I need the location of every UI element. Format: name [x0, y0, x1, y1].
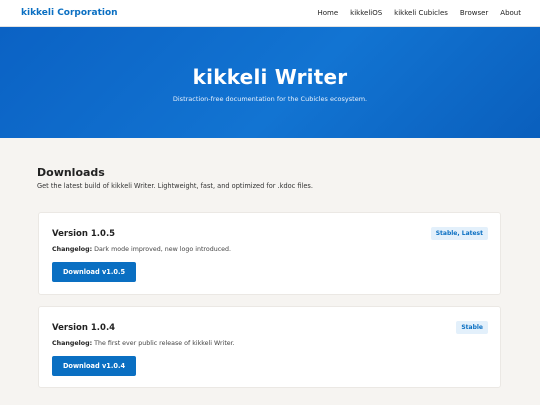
nav-link-home[interactable]: Home	[317, 9, 338, 17]
top-navbar: kikkeli Corporation Home kikkeliOS kikke…	[0, 0, 540, 27]
brand-logo-link[interactable]: kikkeli Corporation	[21, 8, 118, 18]
release-status-badge: Stable	[456, 321, 488, 334]
changelog-label: Changelog:	[52, 340, 93, 347]
changelog-text: Dark mode improved, new logo introduced.	[94, 246, 232, 253]
hero-banner: kikkeli Writer Distraction-free document…	[0, 27, 540, 138]
download-v1-0-5-button[interactable]: Download v1.0.5	[52, 262, 136, 282]
nav-link-browser[interactable]: Browser	[460, 9, 488, 17]
downloads-title: Downloads	[37, 166, 105, 179]
hero-subtitle: Distraction-free documentation for the C…	[172, 95, 368, 103]
downloads-description: Get the latest build of kikkeli Writer. …	[37, 182, 313, 190]
release-version: Version 1.0.4	[52, 323, 116, 333]
release-card: Version 1.0.4 Stable Changelog: The firs…	[38, 306, 501, 388]
changelog-label: Changelog:	[52, 246, 93, 253]
release-changelog: Changelog: The first ever public release…	[52, 340, 235, 347]
release-status-badge: Stable, Latest	[430, 227, 488, 240]
nav-link-kikkeli-cubicles[interactable]: kikkeli Cubicles	[394, 9, 448, 17]
release-changelog: Changelog: Dark mode improved, new logo …	[52, 246, 231, 253]
nav-links: Home kikkeliOS kikkeli Cubicles Browser …	[305, 9, 521, 17]
download-v1-0-4-button[interactable]: Download v1.0.4	[52, 356, 136, 376]
hero-title: kikkeli Writer	[192, 65, 348, 89]
release-version: Version 1.0.5	[52, 229, 116, 239]
nav-link-kikkelios[interactable]: kikkeliOS	[350, 9, 382, 17]
nav-link-about[interactable]: About	[500, 9, 521, 17]
release-card: Version 1.0.5 Stable, Latest Changelog: …	[38, 212, 501, 295]
changelog-text: The first ever public release of kikkeli…	[94, 340, 235, 347]
